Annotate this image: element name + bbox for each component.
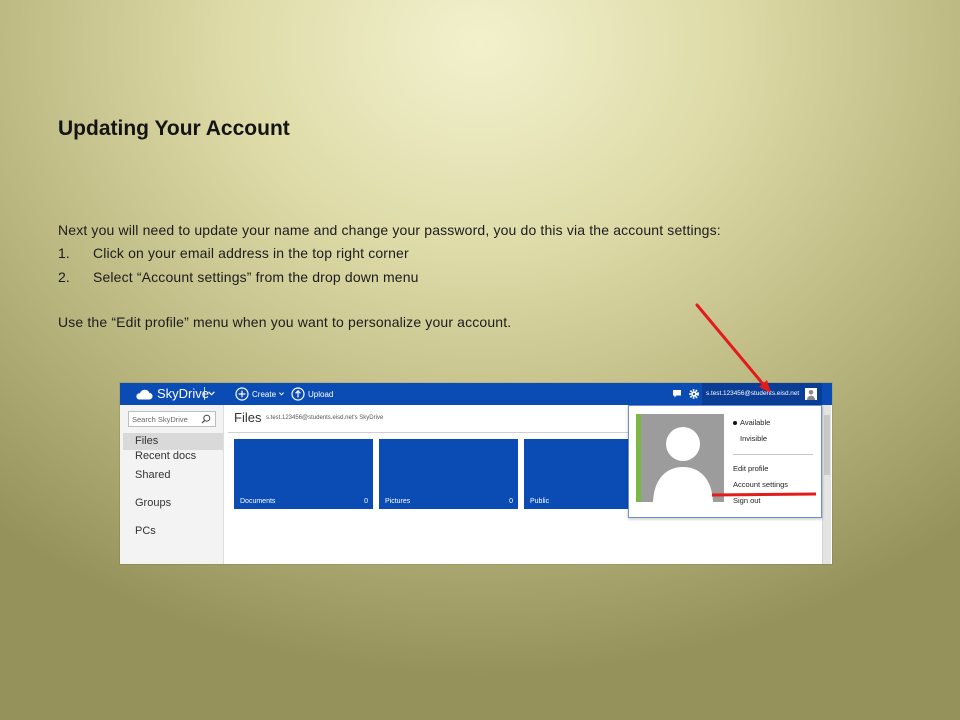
- menu-item-invisible[interactable]: Invisible: [740, 434, 767, 444]
- annotation-arrow-line: [695, 303, 765, 386]
- upload-icon: [291, 387, 305, 401]
- brand-divider: [204, 387, 205, 400]
- create-label: Create: [252, 389, 277, 399]
- presence-dot: [733, 421, 737, 425]
- search-input[interactable]: [132, 413, 198, 425]
- account-email: s.test.123456@students.eisd.net: [706, 390, 800, 397]
- menu-separator: [733, 454, 813, 455]
- brand-name: SkyDrive: [157, 386, 210, 401]
- create-button[interactable]: Create: [235, 386, 284, 402]
- user-avatar-icon: [805, 388, 817, 400]
- chevron-down-icon[interactable]: [208, 391, 215, 396]
- gear-icon[interactable]: [689, 389, 699, 399]
- menu-item-sign-out[interactable]: Sign out: [733, 496, 761, 506]
- menu-item-account-settings[interactable]: Account settings: [733, 480, 788, 490]
- slide-title: Updating Your Account: [58, 117, 290, 140]
- folder-tile-pictures[interactable]: Pictures 0: [379, 439, 518, 509]
- upload-label: Upload: [308, 389, 334, 399]
- breadcrumb: s.test.123456@students.eisd.net's SkyDri…: [266, 415, 384, 421]
- scrollbar[interactable]: [822, 405, 831, 564]
- note-text: Use the “Edit profile” menu when you wan…: [58, 314, 512, 330]
- intro-text: Next you will need to update your name a…: [58, 222, 721, 238]
- header-divider: [228, 432, 628, 433]
- tile-count: 0: [509, 498, 513, 505]
- folder-tile-documents[interactable]: Documents 0: [234, 439, 373, 509]
- top-bar: SkyDrive Create Upload s.test.123456@stu…: [120, 383, 832, 405]
- sidebar-item-groups[interactable]: Groups: [123, 495, 223, 512]
- search-box[interactable]: [128, 411, 216, 427]
- plus-circle-icon: [235, 387, 249, 401]
- chevron-down-icon: [279, 392, 284, 396]
- scrollbar-thumb[interactable]: [824, 415, 830, 475]
- search-icon[interactable]: [201, 414, 211, 424]
- skydrive-logo[interactable]: SkyDrive: [135, 385, 209, 403]
- tile-name: Documents: [240, 498, 276, 505]
- cloud-icon: [136, 389, 153, 400]
- tile-name: Pictures: [385, 498, 411, 505]
- chat-icon[interactable]: [672, 389, 682, 399]
- step-text: Click on your email address in the top r…: [93, 245, 409, 261]
- page-title: Files: [234, 410, 262, 425]
- menu-item-available[interactable]: Available: [740, 418, 770, 428]
- tile-count: 0: [364, 498, 368, 505]
- tile-name: Public: [530, 498, 550, 505]
- account-button[interactable]: s.test.123456@students.eisd.net: [702, 383, 822, 405]
- skydrive-screenshot: SkyDrive Create Upload s.test.123456@stu…: [120, 383, 832, 564]
- step-number: 1.: [58, 245, 70, 261]
- account-dropdown-menu: Available Invisible Edit profile Account…: [628, 405, 822, 518]
- sidebar-item-pcs[interactable]: PCs: [123, 523, 223, 540]
- menu-item-edit-profile[interactable]: Edit profile: [733, 464, 768, 474]
- sidebar-item-recent-docs[interactable]: Recent docs: [123, 448, 223, 465]
- step-number: 2.: [58, 269, 70, 285]
- upload-button[interactable]: Upload: [291, 386, 333, 402]
- sidebar: Files Recent docs Shared Groups PCs: [120, 405, 224, 564]
- user-silhouette-icon: [653, 427, 713, 502]
- sidebar-item-shared[interactable]: Shared: [123, 467, 223, 484]
- step-text: Select “Account settings” from the drop …: [93, 269, 419, 285]
- annotation-overlay: [695, 303, 817, 497]
- profile-picture[interactable]: [641, 414, 724, 502]
